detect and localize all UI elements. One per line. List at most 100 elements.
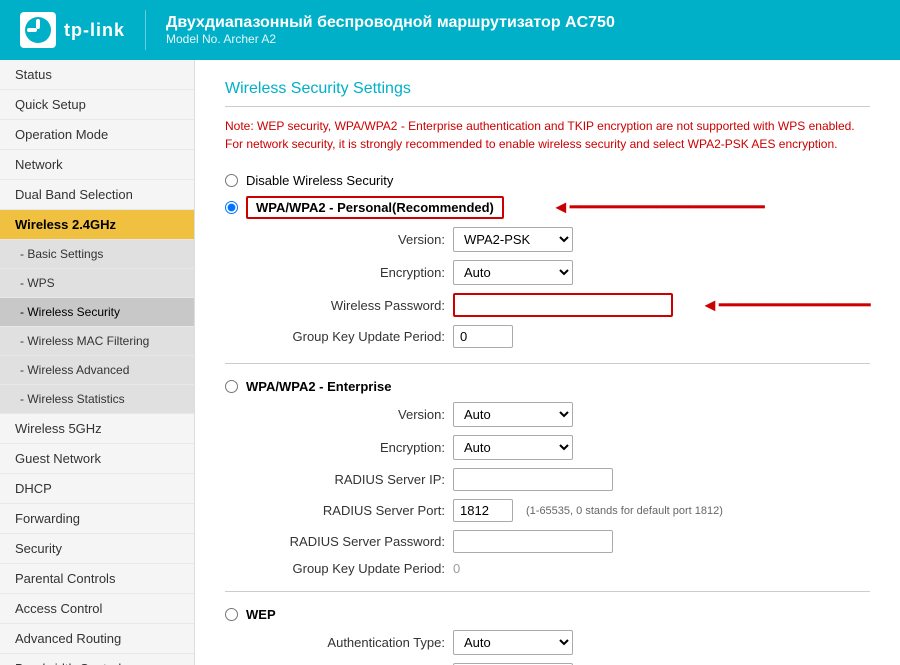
- header-divider: [145, 10, 146, 50]
- sidebar-item-wps[interactable]: - WPS: [0, 269, 194, 298]
- wep-section: WEP Authentication Type: Auto Open Syste…: [225, 607, 870, 665]
- encryption-label: Encryption:: [245, 265, 445, 280]
- header-title-area: Двухдиапазонный беспроводной маршрутизат…: [166, 14, 615, 46]
- radius-port-row: RADIUS Server Port: (1-65535, 0 stands f…: [245, 499, 870, 522]
- sidebar-item-wireless-security[interactable]: - Wireless Security: [0, 298, 194, 327]
- wpa-personal-label-box: WPA/WPA2 - Personal(Recommended): [246, 196, 504, 219]
- note-box: Note: WEP security, WPA/WPA2 - Enterpris…: [225, 117, 870, 153]
- sidebar-item-access-control[interactable]: Access Control: [0, 594, 194, 624]
- sidebar-item-operation-mode[interactable]: Operation Mode: [0, 120, 194, 150]
- logo-text: tp-link: [64, 20, 125, 41]
- wpa-enterprise-label[interactable]: WPA/WPA2 - Enterprise: [246, 379, 391, 394]
- radius-ip-input[interactable]: [453, 468, 613, 491]
- sidebar-item-mac-filtering[interactable]: - Wireless MAC Filtering: [0, 327, 194, 356]
- enterprise-group-key-value: 0: [453, 561, 460, 576]
- version-label: Version:: [245, 232, 445, 247]
- version-select[interactable]: WPA2-PSK WPA-PSK Auto: [453, 227, 573, 252]
- version-select-wrapper: WPA2-PSK WPA-PSK Auto: [453, 227, 573, 252]
- radius-ip-wrapper: [453, 468, 613, 491]
- sidebar-item-status[interactable]: Status: [0, 60, 194, 90]
- disable-security-radio[interactable]: [225, 174, 238, 187]
- disable-security-row: Disable Wireless Security: [225, 173, 870, 188]
- wpa-enterprise-radio[interactable]: [225, 380, 238, 393]
- wpa-personal-header-row: WPA/WPA2 - Personal(Recommended) ◄━━━━━━…: [225, 196, 870, 219]
- sidebar-item-guest-network[interactable]: Guest Network: [0, 444, 194, 474]
- wep-header-row: WEP: [225, 607, 870, 622]
- password-row: Wireless Password: ◄━━━━━━━━━━━━━━: [245, 293, 870, 317]
- header: tp-link Двухдиапазонный беспроводной мар…: [0, 0, 900, 60]
- wpa-personal-section: WPA/WPA2 - Personal(Recommended) ◄━━━━━━…: [225, 196, 870, 348]
- enterprise-encryption-select[interactable]: Auto TKIP AES: [453, 435, 573, 460]
- wpa-enterprise-section: WPA/WPA2 - Enterprise Version: Auto WPA …: [225, 379, 870, 576]
- sidebar-item-network[interactable]: Network: [0, 150, 194, 180]
- group-key-label: Group Key Update Period:: [245, 329, 445, 344]
- wep-radio[interactable]: [225, 608, 238, 621]
- sidebar-item-wireless-stats[interactable]: - Wireless Statistics: [0, 385, 194, 414]
- sidebar-item-bandwidth-control[interactable]: Bandwidth Control: [0, 654, 194, 665]
- sidebar-item-wireless-24[interactable]: Wireless 2.4GHz: [0, 210, 194, 240]
- wpa-personal-label[interactable]: WPA/WPA2 - Personal(Recommended): [256, 200, 494, 215]
- enterprise-version-row: Version: Auto WPA WPA2: [245, 402, 870, 427]
- radius-password-input[interactable]: [453, 530, 613, 553]
- divider1: [225, 363, 870, 364]
- enterprise-version-label: Version:: [245, 407, 445, 422]
- wpa-personal-radio[interactable]: [225, 201, 238, 214]
- wep-label[interactable]: WEP: [246, 607, 276, 622]
- enterprise-group-key-label: Group Key Update Period:: [245, 561, 445, 576]
- radius-password-wrapper: [453, 530, 613, 553]
- enterprise-encryption-wrapper: Auto TKIP AES: [453, 435, 573, 460]
- disable-security-label[interactable]: Disable Wireless Security: [246, 173, 393, 188]
- radius-port-wrapper: [453, 499, 513, 522]
- sidebar-item-quick-setup[interactable]: Quick Setup: [0, 90, 194, 120]
- wireless-password-label: Wireless Password:: [245, 298, 445, 313]
- password-input-wrapper: [453, 293, 673, 317]
- logo-icon: [20, 12, 56, 48]
- auth-type-label: Authentication Type:: [245, 635, 445, 650]
- header-title: Двухдиапазонный беспроводной маршрутизат…: [166, 14, 615, 32]
- sidebar-item-security[interactable]: Security: [0, 534, 194, 564]
- enterprise-encryption-row: Encryption: Auto TKIP AES: [245, 435, 870, 460]
- note-line1: Note: WEP security, WPA/WPA2 - Enterpris…: [225, 119, 855, 133]
- enterprise-encryption-label: Encryption:: [245, 440, 445, 455]
- sidebar-item-dual-band[interactable]: Dual Band Selection: [0, 180, 194, 210]
- page-title: Wireless Security Settings: [225, 80, 870, 107]
- group-key-wrapper: [453, 325, 513, 348]
- sidebar-item-wireless-5g[interactable]: Wireless 5GHz: [0, 414, 194, 444]
- header-subtitle: Model No. Archer A2: [166, 32, 615, 46]
- note-line2: For network security, it is strongly rec…: [225, 137, 837, 151]
- sidebar-item-wireless-advanced[interactable]: - Wireless Advanced: [0, 356, 194, 385]
- radius-ip-row: RADIUS Server IP:: [245, 468, 870, 491]
- sidebar-item-dhcp[interactable]: DHCP: [0, 474, 194, 504]
- layout: Status Quick Setup Operation Mode Networ…: [0, 60, 900, 665]
- wpa-enterprise-header-row: WPA/WPA2 - Enterprise: [225, 379, 870, 394]
- sidebar-item-advanced-routing[interactable]: Advanced Routing: [0, 624, 194, 654]
- radius-port-hint: (1-65535, 0 stands for default port 1812…: [526, 505, 723, 517]
- radius-password-label: RADIUS Server Password:: [245, 534, 445, 549]
- main-content: Wireless Security Settings Note: WEP sec…: [195, 60, 900, 665]
- encryption-select[interactable]: Auto TKIP AES: [453, 260, 573, 285]
- enterprise-group-key-row: Group Key Update Period: 0: [245, 561, 870, 576]
- logo-area: tp-link: [20, 12, 125, 48]
- radius-ip-label: RADIUS Server IP:: [245, 472, 445, 487]
- group-key-row: Group Key Update Period:: [245, 325, 870, 348]
- sidebar-item-forwarding[interactable]: Forwarding: [0, 504, 194, 534]
- arrow-password: ◄━━━━━━━━━━━━━━: [701, 295, 871, 316]
- version-row: Version: WPA2-PSK WPA-PSK Auto: [245, 227, 870, 252]
- enterprise-version-select[interactable]: Auto WPA WPA2: [453, 402, 573, 427]
- wireless-password-input[interactable]: [453, 293, 673, 317]
- radius-password-row: RADIUS Server Password:: [245, 530, 870, 553]
- encryption-select-wrapper: Auto TKIP AES: [453, 260, 573, 285]
- divider2: [225, 591, 870, 592]
- auth-type-wrapper: Auto Open System Shared Key: [453, 630, 573, 655]
- sidebar: Status Quick Setup Operation Mode Networ…: [0, 60, 195, 665]
- auth-type-select[interactable]: Auto Open System Shared Key: [453, 630, 573, 655]
- sidebar-item-basic-settings[interactable]: - Basic Settings: [0, 240, 194, 269]
- group-key-input[interactable]: [453, 325, 513, 348]
- auth-type-row: Authentication Type: Auto Open System Sh…: [245, 630, 870, 655]
- arrow-wpa-personal: ◄━━━━━━━━━━━━━━━━━━: [552, 197, 765, 218]
- encryption-row: Encryption: Auto TKIP AES: [245, 260, 870, 285]
- enterprise-version-wrapper: Auto WPA WPA2: [453, 402, 573, 427]
- radius-port-input[interactable]: [453, 499, 513, 522]
- radius-port-label: RADIUS Server Port:: [245, 503, 445, 518]
- sidebar-item-parental-controls[interactable]: Parental Controls: [0, 564, 194, 594]
